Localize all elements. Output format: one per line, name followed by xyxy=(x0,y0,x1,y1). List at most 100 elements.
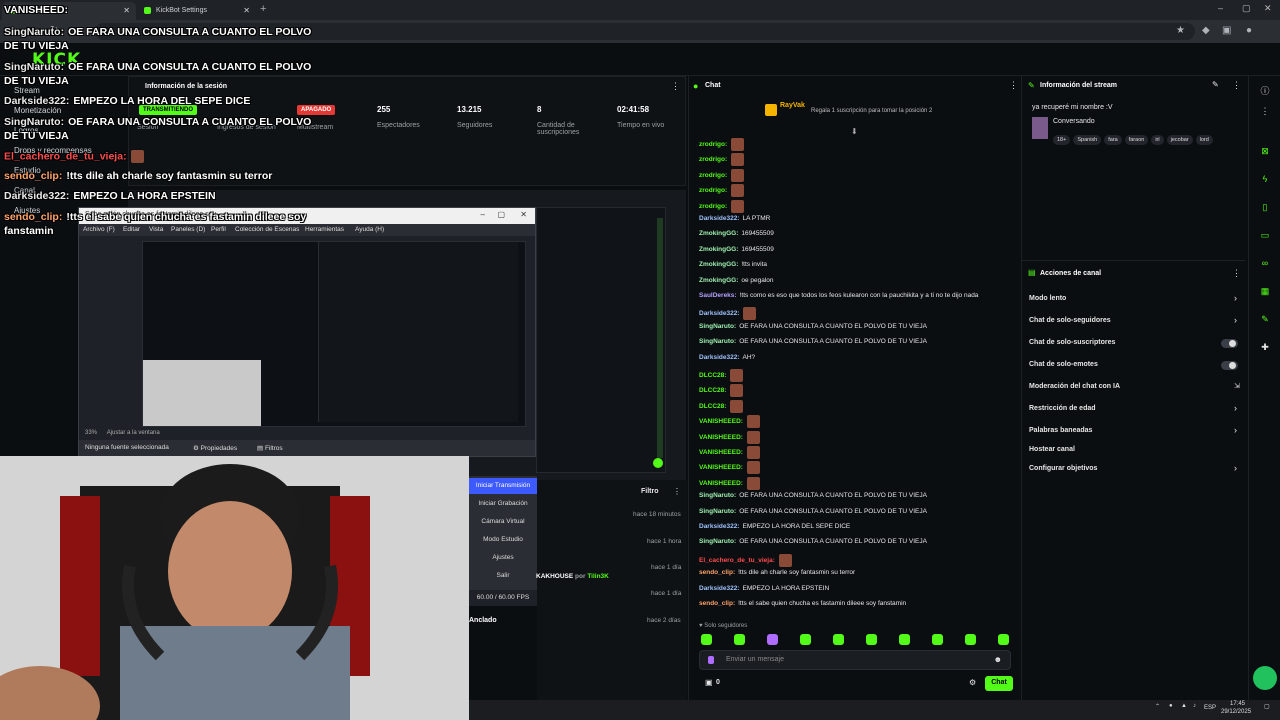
toggle-switch[interactable] xyxy=(1221,339,1238,348)
obs-canvas-preview[interactable] xyxy=(142,241,526,427)
chat-username[interactable]: El_cachero_de_tu_vieja: xyxy=(699,557,775,564)
stream-tag[interactable]: irl xyxy=(1151,135,1164,145)
top-gifter[interactable]: RayVak xyxy=(780,102,805,109)
sidebar-item-monetizacion[interactable]: Monetización xyxy=(14,106,61,115)
chat-username[interactable]: SingNaruto: xyxy=(699,323,736,330)
quick-emote-icon[interactable] xyxy=(833,634,844,645)
chat-username[interactable]: VANISHEEED: xyxy=(699,449,743,456)
profile-avatar-icon[interactable]: ● xyxy=(1246,25,1252,36)
volume-icon[interactable]: ♪ xyxy=(1193,703,1196,709)
obs-close-icon[interactable]: ✕ xyxy=(520,210,527,219)
more-vertical-icon[interactable]: ⋮ xyxy=(1257,106,1273,120)
link-icon[interactable]: ∞ xyxy=(1257,258,1273,272)
minimize-icon[interactable]: – xyxy=(1218,3,1223,13)
puzzle-icon[interactable]: ▣ xyxy=(1222,25,1231,36)
chat-username[interactable]: ZmokingGG: xyxy=(699,230,738,237)
stream-tag[interactable]: lord xyxy=(1195,135,1213,145)
more-options-icon[interactable]: ⋮ xyxy=(1009,80,1018,91)
filter-button[interactable]: Filtro xyxy=(641,488,659,495)
stream-tag[interactable]: faraon xyxy=(1124,135,1149,145)
scroll-down-icon[interactable]: ⬇ xyxy=(851,127,858,136)
properties-button[interactable]: ⚙ Propiedades xyxy=(193,444,237,452)
tab-kickbot-settings[interactable]: KickBot Settings ✕ xyxy=(138,2,256,20)
chat-input[interactable]: Enviar un mensaje ☻ xyxy=(699,650,1011,670)
edit-icon[interactable]: ✎ xyxy=(1212,80,1219,89)
more-options-icon[interactable]: ⋮ xyxy=(671,81,680,92)
chat-username[interactable]: DLCC28: xyxy=(699,403,726,410)
chat-username[interactable]: Darkside322: xyxy=(699,311,739,318)
stream-tag[interactable]: Spanish xyxy=(1073,135,1102,145)
window-close-icon[interactable]: ✕ xyxy=(1264,3,1272,14)
virtual-camera-button[interactable]: Cámara Virtual xyxy=(469,514,537,530)
chat-username[interactable]: zrodrigo: xyxy=(699,157,727,164)
channel-action-item[interactable]: Modo lento xyxy=(1029,295,1066,302)
chat-settings-icon[interactable]: ⚙ xyxy=(969,678,976,687)
emoji-icon[interactable]: ☻ xyxy=(994,655,1002,664)
quick-emote-icon[interactable] xyxy=(734,634,745,645)
quick-emote-icon[interactable] xyxy=(701,634,712,645)
wrench-icon[interactable]: ✎ xyxy=(1257,314,1273,328)
mic-icon[interactable]: ● xyxy=(1169,703,1173,709)
filters-button[interactable]: ▤ Filtros xyxy=(257,444,283,452)
channel-action-item[interactable]: Moderación del chat con IA xyxy=(1029,383,1120,390)
stream-tag[interactable]: jecobar xyxy=(1166,135,1193,145)
chat-username[interactable]: DLCC28: xyxy=(699,372,726,379)
maximize-icon[interactable]: ▢ xyxy=(1242,3,1251,14)
info-circle-icon[interactable]: ⓘ xyxy=(1257,84,1273,98)
menu-ayuda[interactable]: Ayuda (H) xyxy=(355,226,384,233)
external-link-icon[interactable]: ⇲ xyxy=(1234,382,1240,390)
toggle-switch[interactable] xyxy=(1221,361,1238,370)
exit-button[interactable]: Salir xyxy=(469,568,537,584)
chat-username[interactable]: zrodrigo: xyxy=(699,172,727,179)
chevron-right-icon[interactable]: › xyxy=(1234,315,1237,325)
chat-username[interactable]: sendo_clip: xyxy=(699,569,735,576)
chevron-right-icon[interactable]: › xyxy=(1234,425,1237,435)
chat-username[interactable]: zrodrigo: xyxy=(699,141,727,148)
help-chat-icon[interactable] xyxy=(1253,666,1277,690)
stream-tag[interactable]: fara xyxy=(1104,135,1122,145)
obs-minimize-icon[interactable]: – xyxy=(481,210,485,219)
chat-username[interactable]: VANISHEEED: xyxy=(699,480,743,487)
plugins-icon[interactable]: ✚ xyxy=(1257,342,1273,356)
start-streaming-button[interactable]: Iniciar Transmisión xyxy=(469,478,537,494)
chevron-right-icon[interactable]: › xyxy=(1234,293,1237,303)
chat-bubble-icon[interactable]: ▭ xyxy=(1257,230,1273,244)
language-indicator[interactable]: ESP xyxy=(1204,705,1216,711)
lightning-icon[interactable]: ϟ xyxy=(1257,174,1273,188)
chat-username[interactable]: Darkside322: xyxy=(699,215,739,222)
settings-button[interactable]: Ajustes xyxy=(469,550,537,566)
chat-username[interactable]: SingNaruto: xyxy=(699,492,736,499)
chat-username[interactable]: DLCC28: xyxy=(699,388,726,395)
chat-username[interactable]: ZmokingGG: xyxy=(699,246,738,253)
quick-emote-icon[interactable] xyxy=(800,634,811,645)
network-icon[interactable]: ▲ xyxy=(1181,703,1187,709)
stream-tag[interactable]: 18+ xyxy=(1053,135,1071,145)
chat-username[interactable]: SingNaruto: xyxy=(699,508,736,515)
quick-emote-icon[interactable] xyxy=(998,634,1009,645)
close-icon[interactable]: ✕ xyxy=(123,6,130,15)
obs-maximize-icon[interactable]: ▢ xyxy=(497,210,505,219)
chat-username[interactable]: VANISHEEED: xyxy=(699,465,743,472)
chat-username[interactable]: zrodrigo: xyxy=(699,187,727,194)
bookmark-star-icon[interactable]: ★ xyxy=(1176,25,1185,36)
channel-action-item[interactable]: Palabras baneadas xyxy=(1029,427,1092,434)
channel-action-item[interactable]: Chat de solo-suscriptores xyxy=(1029,339,1115,346)
chat-username[interactable]: Darkside322: xyxy=(699,523,739,530)
gift-hint[interactable]: Regala 1 suscripción para tomar la posic… xyxy=(811,108,932,114)
more-options-icon[interactable]: ⋮ xyxy=(1232,268,1241,279)
emote-picker-icon[interactable] xyxy=(708,656,714,664)
chat-username[interactable]: Darkside322: xyxy=(699,585,739,592)
chat-username[interactable]: SingNaruto: xyxy=(699,538,736,545)
start-recording-button[interactable]: Iniciar Grabación xyxy=(469,496,537,512)
new-tab-icon[interactable]: + xyxy=(260,3,266,15)
chat-username[interactable]: VANISHEEED: xyxy=(699,434,743,441)
studio-mode-button[interactable]: Modo Estudio xyxy=(469,532,537,548)
channel-action-item[interactable]: Hostear canal xyxy=(1029,446,1075,453)
channel-action-item[interactable]: Restricción de edad xyxy=(1029,405,1096,412)
clock-time[interactable]: 17:45 xyxy=(1230,701,1245,707)
chat-username[interactable]: ZmokingGG: xyxy=(699,277,738,284)
quick-emote-icon[interactable] xyxy=(866,634,877,645)
channel-action-item[interactable]: Chat de solo-seguidores xyxy=(1029,317,1111,324)
close-icon[interactable]: ✕ xyxy=(243,6,250,15)
chat-username[interactable]: ZmokingGG: xyxy=(699,261,738,268)
